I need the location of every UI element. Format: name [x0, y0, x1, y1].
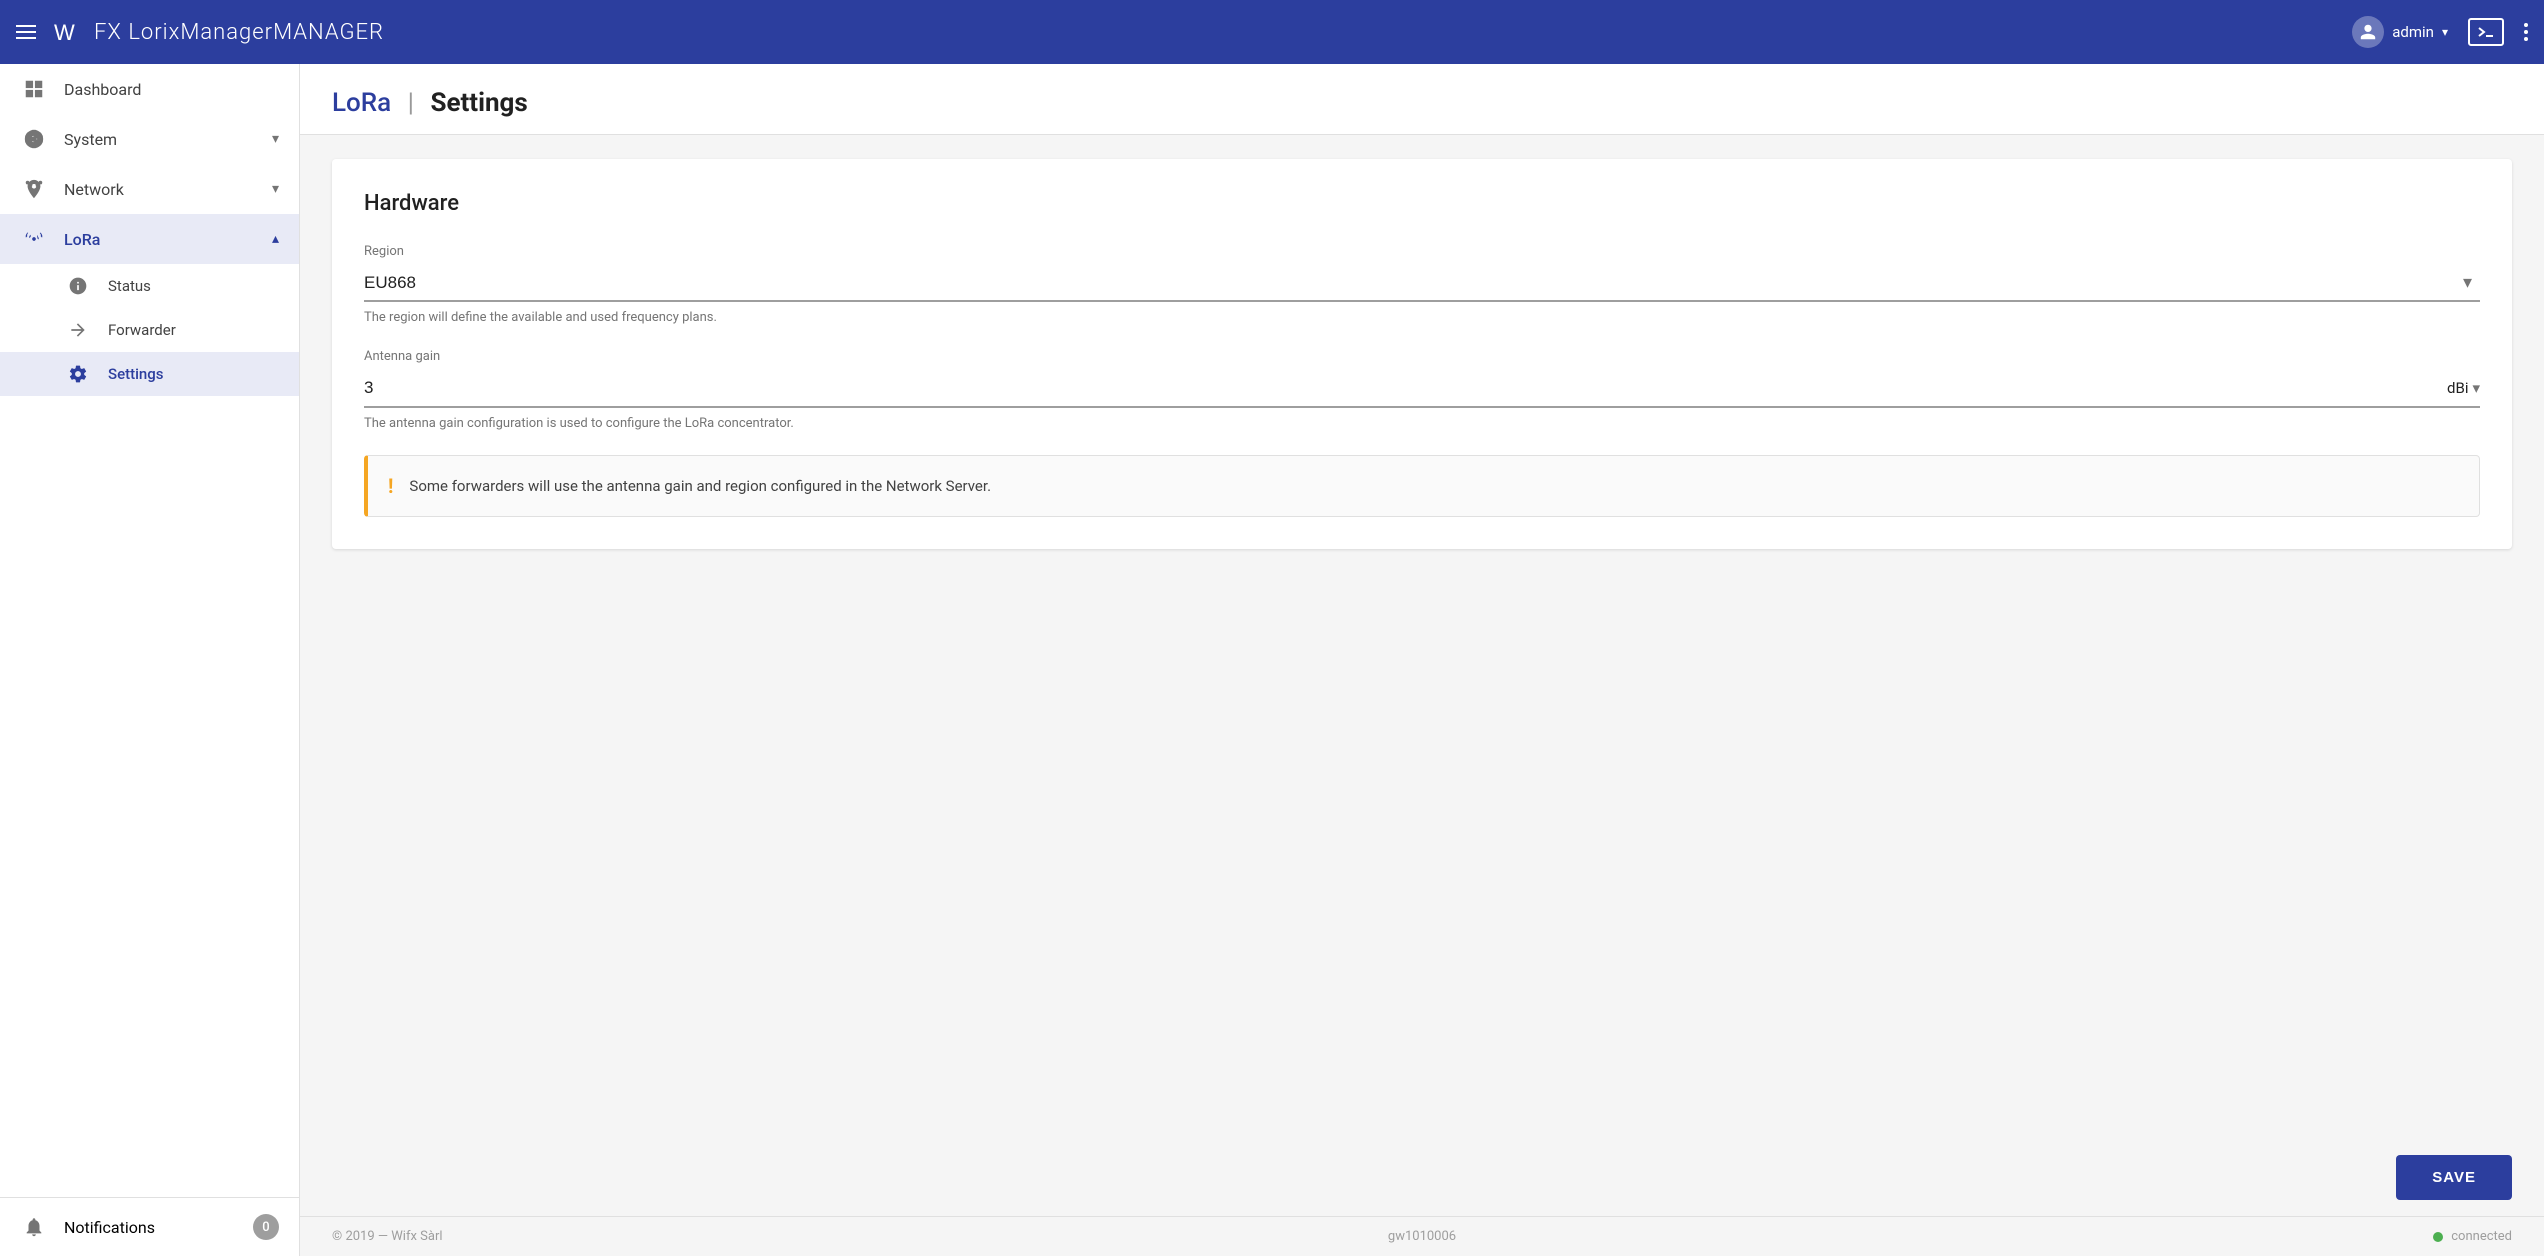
warning-box: ! Some forwarders will use the antenna g…: [364, 455, 2480, 517]
sidebar-status-label: Status: [108, 277, 279, 295]
hardware-title: Hardware: [364, 191, 2480, 216]
settings-icon: [64, 364, 92, 384]
dashboard-icon: [20, 78, 48, 100]
status-label: connected: [2451, 1229, 2512, 1244]
antenna-gain-input-wrapper: dBi ▾: [364, 370, 2480, 408]
content-area: LoRa | Settings Hardware Region EU868 US…: [300, 64, 2544, 1256]
user-menu[interactable]: admin ▾: [2352, 16, 2448, 48]
forwarder-icon: [64, 320, 92, 340]
page-title: LoRa | Settings: [332, 88, 2512, 118]
antenna-gain-unit-text: dBi: [2447, 379, 2468, 397]
region-field: Region EU868 US915 AS923 AU915 ▾ The reg…: [364, 244, 2480, 325]
hardware-card: Hardware Region EU868 US915 AS923 AU915 …: [332, 159, 2512, 549]
warning-icon: !: [388, 474, 393, 498]
topnav-left: W FX LorixManagerMANAGER: [16, 14, 384, 50]
sidebar-item-status[interactable]: Status: [0, 264, 299, 308]
network-expand-icon: ▾: [272, 181, 279, 197]
sidebar-item-forwarder[interactable]: Forwarder: [0, 308, 299, 352]
main-layout: Dashboard System ▾: [0, 64, 2544, 1256]
status-dot-icon: [2433, 1232, 2443, 1242]
breadcrumb-settings: Settings: [430, 88, 527, 118]
sidebar-dashboard-label: Dashboard: [64, 80, 279, 99]
page-header: LoRa | Settings: [300, 64, 2544, 135]
topnav-right: admin ▾: [2352, 16, 2528, 48]
sidebar-network-label: Network: [64, 180, 256, 199]
footer: © 2019 — Wifx Sàrl gw1010006 connected: [300, 1216, 2544, 1256]
sidebar-item-network[interactable]: Network ▾: [0, 164, 299, 214]
antenna-gain-field: Antenna gain dBi ▾ The antenna gain conf…: [364, 349, 2480, 431]
notifications-badge: 0: [253, 1214, 279, 1240]
region-label: Region: [364, 244, 2480, 259]
user-avatar-icon: [2352, 16, 2384, 48]
lora-expand-icon: ▴: [272, 231, 279, 247]
footer-gateway: gw1010006: [1059, 1229, 1786, 1244]
topnav: W FX LorixManagerMANAGER admin ▾: [0, 0, 2544, 64]
user-chevron-icon: ▾: [2442, 25, 2448, 39]
page-content: Hardware Region EU868 US915 AS923 AU915 …: [300, 135, 2544, 1139]
breadcrumb-separator: |: [408, 88, 421, 118]
antenna-gain-unit[interactable]: dBi ▾: [2447, 379, 2480, 397]
wifx-logo-icon: W: [52, 14, 88, 50]
sidebar-settings-label: Settings: [108, 365, 279, 383]
notifications-item[interactable]: Notifications 0: [0, 1198, 299, 1256]
region-select-wrapper: EU868 US915 AS923 AU915 ▾: [364, 265, 2480, 302]
bell-icon: [20, 1216, 48, 1238]
network-icon: [20, 178, 48, 200]
system-icon: [20, 128, 48, 150]
menu-icon[interactable]: [16, 25, 36, 39]
app-title: FX LorixManagerMANAGER: [94, 20, 384, 45]
warning-text: Some forwarders will use the antenna gai…: [409, 477, 991, 495]
sidebar-lora-label: LoRa: [64, 230, 256, 249]
notifications-label: Notifications: [64, 1218, 237, 1237]
antenna-gain-input[interactable]: [364, 370, 2447, 406]
footer-copyright: © 2019 — Wifx Sàrl: [332, 1229, 1059, 1244]
save-button[interactable]: SAVE: [2396, 1155, 2512, 1200]
terminal-icon[interactable]: [2468, 18, 2504, 46]
footer-status: connected: [1785, 1229, 2512, 1244]
unit-chevron-icon: ▾: [2472, 379, 2480, 397]
system-expand-icon: ▾: [272, 131, 279, 147]
svg-text:W: W: [54, 20, 75, 45]
user-name-label: admin: [2392, 23, 2434, 41]
antenna-gain-hint: The antenna gain configuration is used t…: [364, 416, 2480, 431]
antenna-gain-label: Antenna gain: [364, 349, 2480, 364]
sidebar-bottom: Notifications 0: [0, 1197, 299, 1256]
breadcrumb-lora: LoRa: [332, 88, 391, 118]
sidebar-item-dashboard[interactable]: Dashboard: [0, 64, 299, 114]
sidebar-item-system[interactable]: System ▾: [0, 114, 299, 164]
logo-area: W FX LorixManagerMANAGER: [52, 14, 384, 50]
sidebar-item-settings[interactable]: Settings: [0, 352, 299, 396]
sidebar-forwarder-label: Forwarder: [108, 321, 279, 339]
info-icon: [64, 276, 92, 296]
save-area: SAVE: [300, 1139, 2544, 1216]
region-select[interactable]: EU868 US915 AS923 AU915: [364, 265, 2480, 300]
sidebar: Dashboard System ▾: [0, 64, 300, 1256]
lora-icon: [20, 228, 48, 250]
more-options-icon[interactable]: [2524, 23, 2528, 41]
sidebar-system-label: System: [64, 130, 256, 149]
sidebar-item-lora[interactable]: LoRa ▴: [0, 214, 299, 264]
region-hint: The region will define the available and…: [364, 310, 2480, 325]
